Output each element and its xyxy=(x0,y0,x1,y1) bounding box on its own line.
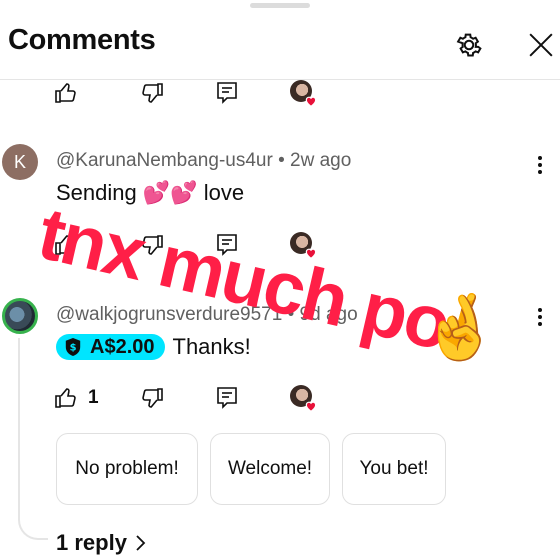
reply-button[interactable] xyxy=(216,78,238,108)
creator-avatar xyxy=(290,385,317,412)
dislike-button[interactable] xyxy=(140,230,164,260)
previous-comment-actions xyxy=(54,78,354,108)
dot xyxy=(538,315,542,319)
gear-icon xyxy=(456,33,482,57)
replies-label: 1 reply xyxy=(56,530,127,555)
super-thanks-amount: A$2.00 xyxy=(90,335,155,358)
reply-button[interactable] xyxy=(216,383,238,413)
thumbs-down-icon xyxy=(142,235,163,255)
creator-heart xyxy=(290,230,317,260)
avatar[interactable] xyxy=(2,298,38,334)
comment-meta: @KarunaNembang-us4ur • 2w ago xyxy=(56,150,351,172)
page-title: Comments xyxy=(8,24,156,56)
dot xyxy=(538,156,542,160)
view-replies-button[interactable]: 1 reply xyxy=(56,530,147,556)
close-button[interactable] xyxy=(522,26,560,64)
thumbs-up-icon xyxy=(55,83,76,103)
close-icon xyxy=(529,33,553,57)
heart-icon xyxy=(305,401,317,412)
comment-text: Sending 💕💕 love xyxy=(56,180,245,205)
super-thanks-row: $ A$2.00 Thanks! xyxy=(56,334,251,360)
creator-heart xyxy=(290,78,317,108)
quick-reply-chip[interactable]: You bet! xyxy=(342,433,446,505)
comment-text: Thanks! xyxy=(172,334,251,359)
creator-avatar xyxy=(290,232,317,259)
quick-reply-chip[interactable]: Welcome! xyxy=(210,433,330,505)
reply-icon xyxy=(217,234,237,256)
settings-button[interactable] xyxy=(450,26,488,64)
chevron-right-icon xyxy=(136,535,146,551)
like-button[interactable] xyxy=(54,230,78,260)
reply-button[interactable] xyxy=(216,230,238,260)
comments-header: Comments xyxy=(0,0,560,80)
more-options-button[interactable] xyxy=(532,154,548,176)
creator-avatar xyxy=(290,80,317,107)
quick-reply-chip[interactable]: No problem! xyxy=(56,433,198,505)
thumbs-up-icon xyxy=(55,388,76,408)
more-options-button[interactable] xyxy=(532,306,548,328)
comment-author[interactable]: @walkjogrunsverdure9571 xyxy=(56,304,282,325)
thumbs-down-icon xyxy=(142,83,163,103)
dislike-button[interactable] xyxy=(140,78,164,108)
reply-icon xyxy=(217,387,237,409)
dislike-button[interactable] xyxy=(140,383,164,413)
dot xyxy=(538,308,542,312)
comment-time: 9d ago xyxy=(299,304,358,325)
avatar[interactable]: K xyxy=(2,144,38,180)
comment-actions xyxy=(54,230,354,260)
comment-meta: @walkjogrunsverdure9571 • 9d ago xyxy=(56,304,358,326)
like-button[interactable] xyxy=(54,78,78,108)
comment-actions: 1 xyxy=(54,383,354,413)
super-thanks-badge: $ A$2.00 xyxy=(56,334,165,360)
creator-heart xyxy=(290,383,317,413)
dot xyxy=(538,170,542,174)
super-thanks-icon: $ xyxy=(65,338,81,356)
thread-curve xyxy=(18,500,48,540)
svg-text:$: $ xyxy=(70,343,77,354)
comment-time: 2w ago xyxy=(290,150,352,171)
like-button[interactable] xyxy=(54,383,78,413)
reply-icon xyxy=(217,82,237,104)
thumbs-up-icon xyxy=(55,235,76,255)
heart-icon xyxy=(305,248,317,259)
thumbs-down-icon xyxy=(142,388,163,408)
dot xyxy=(538,322,542,326)
thread-line xyxy=(18,338,20,518)
heart-icon xyxy=(305,96,317,107)
comment-author[interactable]: @KarunaNembang-us4ur xyxy=(56,150,273,171)
dot xyxy=(538,163,542,167)
meta-separator: • xyxy=(287,304,295,325)
meta-separator: • xyxy=(278,150,285,171)
like-count: 1 xyxy=(88,387,99,408)
crossed-fingers-emoji: 🤞 xyxy=(420,291,500,363)
